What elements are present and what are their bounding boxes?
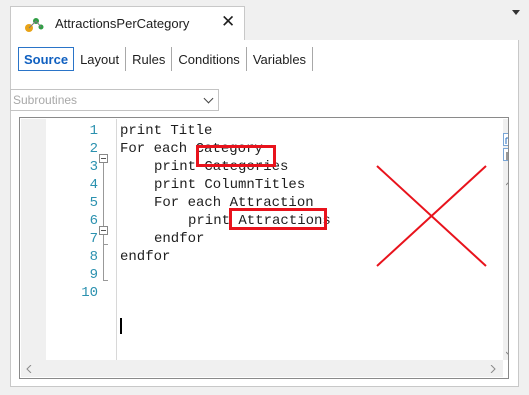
tab-rules[interactable]: Rules	[126, 47, 173, 71]
red-x-annotation	[376, 165, 487, 267]
horizontal-scrollbar[interactable]	[21, 360, 503, 377]
source-code-editor[interactable]: 1 print Title 2 For each Category 3 print Cat…	[19, 117, 509, 379]
document-tabstrip: AttractionsPerCategory ✕	[0, 0, 529, 40]
scroll-down-arrow-icon[interactable]	[506, 351, 509, 357]
tab-overflow-chevron-down-icon[interactable]	[512, 10, 520, 15]
close-icon[interactable]: ✕	[221, 12, 235, 32]
part-tabs: Source Layout Rules Conditions Variables	[18, 47, 314, 71]
scroll-right-arrow-icon[interactable]	[490, 365, 496, 373]
vertical-scrollbar[interactable]	[503, 119, 509, 360]
subroutines-select-value: Subroutines	[13, 93, 78, 107]
document-tab[interactable]: AttractionsPerCategory ✕	[10, 6, 245, 40]
tab-variables[interactable]: Variables	[247, 47, 314, 71]
tab-conditions[interactable]: Conditions	[172, 47, 247, 71]
chevron-down-icon	[203, 93, 214, 104]
tab-source[interactable]: Source	[18, 47, 75, 71]
subroutines-select[interactable]: Subroutines	[10, 89, 219, 111]
tab-layout[interactable]: Layout	[74, 47, 127, 71]
scroll-up-arrow-icon[interactable]	[506, 180, 509, 186]
outline-view-icon[interactable]	[503, 133, 508, 146]
document-map-icon[interactable]	[503, 148, 508, 161]
scroll-left-arrow-icon[interactable]	[26, 365, 32, 373]
document-tab-title: AttractionsPerCategory	[55, 16, 190, 31]
gx-object-icon	[25, 18, 44, 32]
